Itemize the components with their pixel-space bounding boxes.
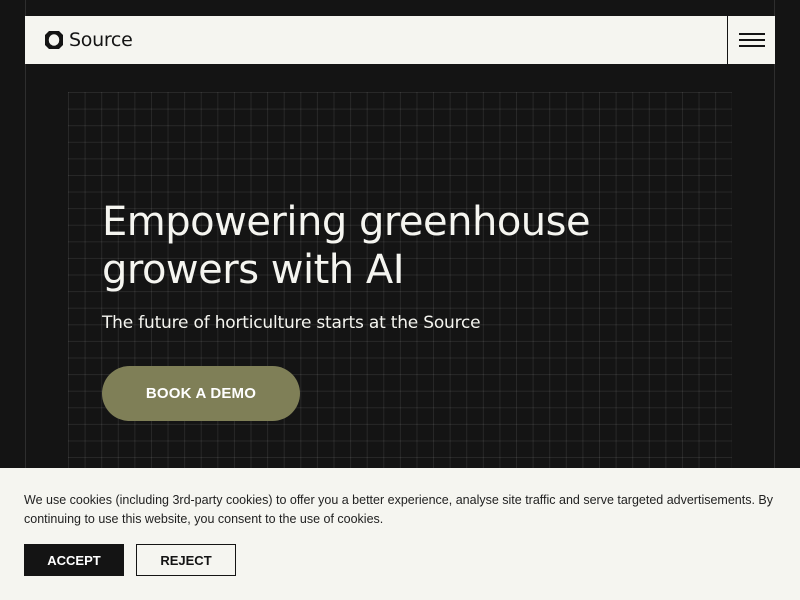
cookie-notice-text: We use cookies (including 3rd-party cook… [24, 493, 773, 526]
logo-text: Source [69, 29, 133, 51]
page: Source Empowering greenhouse growers wit… [0, 0, 800, 600]
hamburger-menu-icon [738, 32, 765, 48]
site-header: Source [25, 16, 775, 64]
cookie-banner: We use cookies (including 3rd-party cook… [0, 468, 800, 600]
hero-title: Empowering greenhouse growers with AI [102, 199, 591, 293]
source-logo-icon [45, 31, 63, 49]
menu-button[interactable] [727, 16, 775, 64]
accept-cookies-button[interactable]: ACCEPT [24, 544, 124, 576]
reject-cookies-button[interactable]: REJECT [136, 544, 236, 576]
logo[interactable]: Source [42, 27, 133, 53]
hero-subtitle: The future of horticulture starts at the… [102, 313, 481, 333]
book-demo-button[interactable]: BOOK A DEMO [102, 366, 300, 421]
